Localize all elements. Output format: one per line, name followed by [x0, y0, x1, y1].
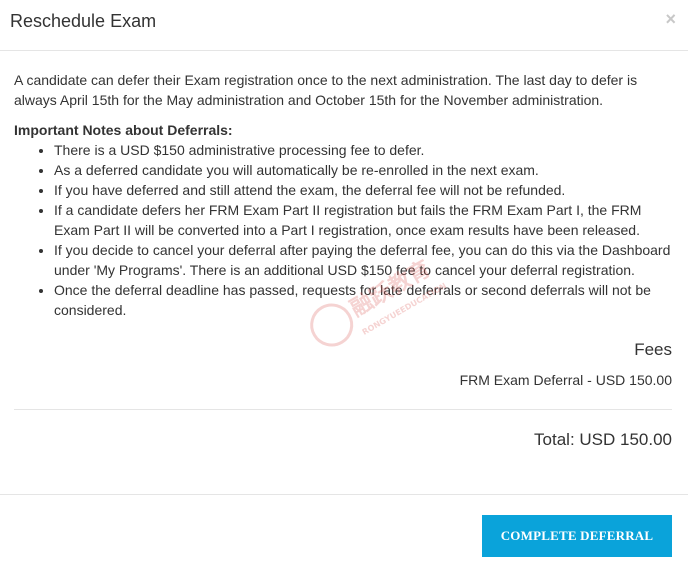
dialog-header: Reschedule Exam × — [0, 0, 688, 51]
fees-divider — [14, 409, 672, 410]
notes-list: There is a USD $150 administrative proce… — [14, 140, 674, 320]
note-item: If a candidate defers her FRM Exam Part … — [54, 200, 674, 240]
footer-divider — [0, 494, 688, 495]
intro-text: A candidate can defer their Exam registr… — [14, 72, 638, 108]
dialog-body: A candidate can defer their Exam registr… — [14, 70, 674, 320]
note-item: There is a USD $150 administrative proce… — [54, 140, 674, 160]
fees-title: Fees — [634, 340, 672, 359]
note-item: As a deferred candidate you will automat… — [54, 160, 674, 180]
note-item: Once the deferral deadline has passed, r… — [54, 280, 674, 320]
note-item: If you decide to cancel your deferral af… — [54, 240, 674, 280]
fees-total: Total: USD 150.00 — [534, 430, 672, 449]
notes-heading: Important Notes about Deferrals: — [14, 122, 233, 138]
dialog-title: Reschedule Exam — [10, 11, 157, 31]
fee-line-item: FRM Exam Deferral - USD 150.00 — [459, 372, 672, 388]
close-icon[interactable]: × — [665, 9, 676, 30]
complete-deferral-button[interactable]: COMPLETE DEFERRAL — [482, 515, 672, 557]
reschedule-exam-dialog: Reschedule Exam × A candidate can defer … — [0, 0, 688, 568]
note-item: If you have deferred and still attend th… — [54, 180, 674, 200]
